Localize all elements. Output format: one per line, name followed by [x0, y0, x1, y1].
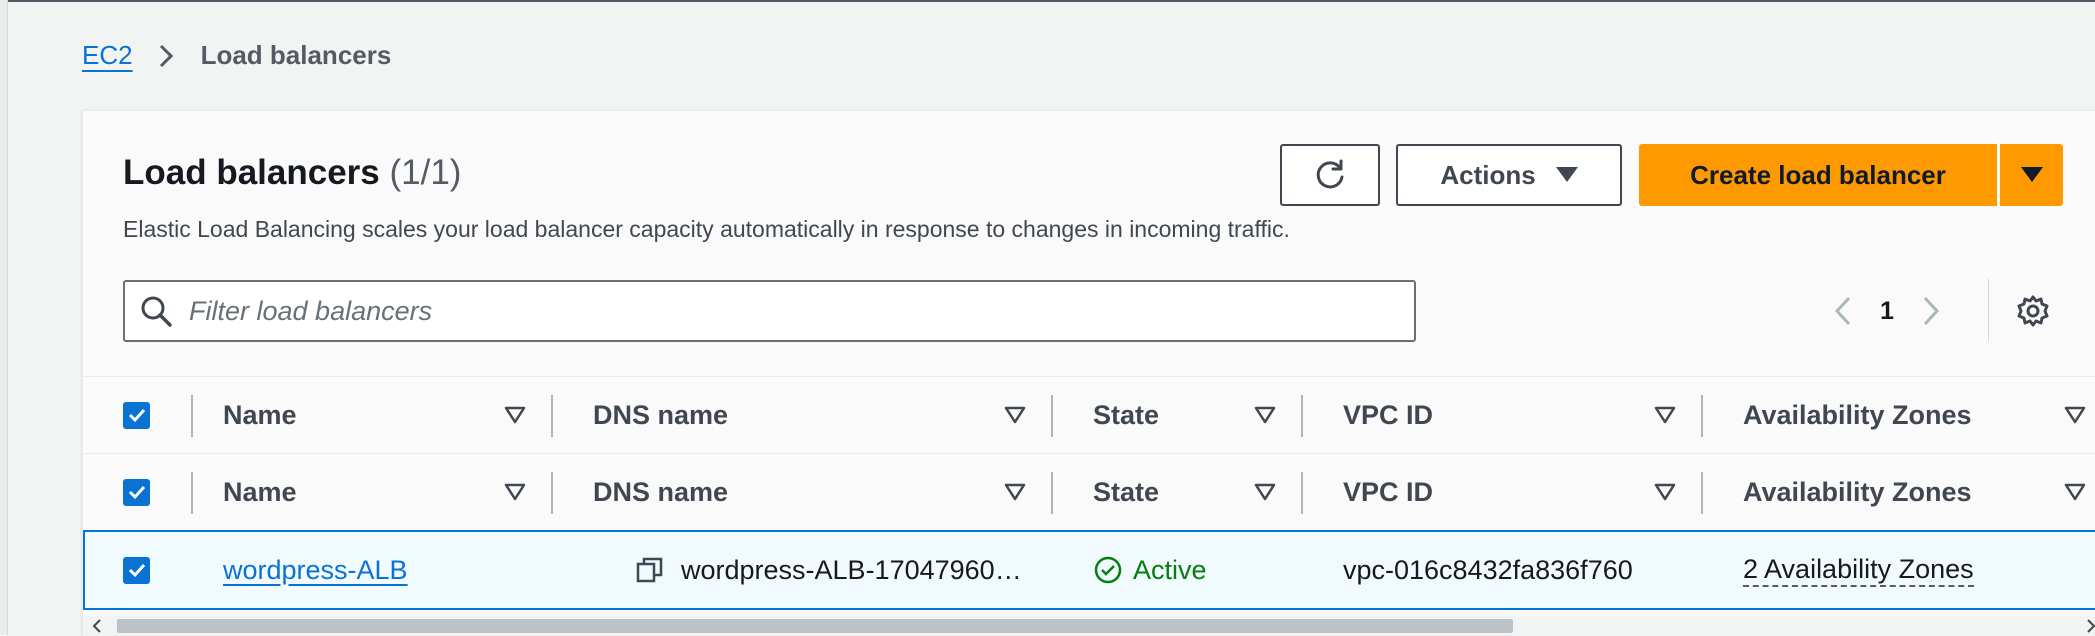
column-header-availability-zones[interactable]: Availability Zones	[1743, 377, 1972, 453]
create-options-dropdown-button[interactable]	[2000, 144, 2063, 206]
row-checkbox[interactable]	[123, 556, 150, 584]
sort-icon[interactable]	[1003, 480, 1027, 504]
scrollbar-thumb[interactable]	[117, 619, 1513, 633]
selection-count: (1/1)	[389, 153, 462, 192]
load-balancers-table: Name DNS name State VPC ID Availability …	[83, 376, 2095, 610]
column-divider[interactable]	[1701, 395, 1703, 437]
next-page-button[interactable]	[1911, 291, 1951, 331]
column-divider[interactable]	[1051, 472, 1053, 514]
chevron-right-icon	[159, 44, 173, 67]
caret-down-icon	[1555, 167, 1578, 182]
table-sticky-header-row: Name DNS name State VPC ID Availability …	[83, 453, 2095, 530]
chevron-right-icon	[1923, 296, 1940, 326]
refresh-icon	[1316, 159, 1344, 189]
select-all-cell	[123, 377, 150, 453]
column-header-dns-name[interactable]: DNS name	[593, 377, 728, 453]
refresh-button[interactable]	[1280, 144, 1380, 206]
dns-name-value: wordpress-ALB-17047960…	[681, 554, 1022, 585]
table-row[interactable]: wordpress-ALB wordpress-ALB-17047960… Ac…	[83, 530, 2095, 610]
load-balancers-panel: Load balancers (1/1) Elastic Load Balanc…	[82, 110, 2095, 636]
name-cell: wordpress-ALB	[223, 532, 408, 608]
load-balancer-name-link[interactable]: wordpress-ALB	[223, 555, 408, 586]
gear-icon	[2017, 295, 2049, 327]
filter-input[interactable]	[187, 294, 1391, 328]
column-divider[interactable]	[191, 472, 193, 514]
column-divider[interactable]	[551, 395, 553, 437]
table-header-row: Name DNS name State VPC ID Availability …	[83, 376, 2095, 453]
dns-name-cell: wordpress-ALB-17047960…	[635, 532, 1022, 608]
select-all-cell	[123, 454, 150, 530]
sort-icon[interactable]	[1653, 403, 1677, 427]
state-cell: Active	[1093, 532, 1207, 608]
column-divider[interactable]	[1301, 472, 1303, 514]
column-header-dns-name[interactable]: DNS name	[593, 454, 728, 530]
availability-zones-popover-trigger[interactable]: 2 Availability Zones	[1743, 553, 1974, 588]
actions-button[interactable]: Actions	[1396, 144, 1622, 206]
column-header-vpc-id[interactable]: VPC ID	[1343, 377, 1433, 453]
pagination: 1	[1823, 291, 1951, 331]
actions-label: Actions	[1440, 159, 1536, 190]
previous-page-button[interactable]	[1823, 291, 1863, 331]
select-all-checkbox[interactable]	[123, 401, 150, 429]
caret-down-icon	[2020, 167, 2043, 182]
column-header-vpc-id[interactable]: VPC ID	[1343, 454, 1433, 530]
title-text: Load balancers	[123, 153, 380, 192]
availability-zones-cell: 2 Availability Zones	[1743, 532, 1974, 608]
breadcrumb: EC2 Load balancers	[82, 40, 391, 71]
search-icon	[141, 296, 172, 327]
column-header-name[interactable]: Name	[223, 377, 297, 453]
breadcrumb-current: Load balancers	[200, 40, 392, 70]
select-all-checkbox[interactable]	[123, 478, 150, 506]
scroll-left-icon[interactable]	[89, 618, 105, 634]
sort-icon[interactable]	[1253, 480, 1277, 504]
column-divider[interactable]	[1701, 472, 1703, 514]
check-icon	[128, 563, 145, 578]
column-header-availability-zones[interactable]: Availability Zones	[1743, 454, 1972, 530]
column-divider[interactable]	[1051, 395, 1053, 437]
copy-icon[interactable]	[635, 555, 665, 585]
pagination-divider	[1988, 279, 1989, 341]
check-icon	[128, 408, 145, 423]
left-gutter	[0, 0, 8, 635]
sort-icon[interactable]	[2063, 480, 2087, 504]
create-load-balancer-button[interactable]: Create load balancer	[1639, 144, 1997, 206]
scroll-right-icon[interactable]	[2083, 618, 2095, 634]
column-divider[interactable]	[191, 395, 193, 437]
page-title: Load balancers (1/1)	[123, 153, 461, 193]
sort-icon[interactable]	[1253, 403, 1277, 427]
table-preferences-button[interactable]	[2013, 291, 2053, 331]
sort-icon[interactable]	[1653, 480, 1677, 504]
sort-icon[interactable]	[1003, 403, 1027, 427]
top-border	[0, 0, 2095, 2]
current-page-number[interactable]: 1	[1863, 297, 1911, 326]
column-header-state[interactable]: State	[1093, 454, 1159, 530]
vpc-id-cell: vpc-016c8432fa836f760	[1343, 554, 1633, 585]
check-icon	[128, 485, 145, 500]
column-divider[interactable]	[1301, 395, 1303, 437]
sort-icon[interactable]	[503, 480, 527, 504]
column-header-name[interactable]: Name	[223, 454, 297, 530]
sort-icon[interactable]	[2063, 403, 2087, 427]
row-select-cell	[123, 532, 150, 608]
check-circle-icon	[1094, 556, 1122, 584]
status-badge: Active	[1093, 555, 1207, 586]
horizontal-scrollbar[interactable]	[83, 616, 2095, 636]
column-divider[interactable]	[551, 472, 553, 514]
filter-field[interactable]	[123, 280, 1416, 342]
breadcrumb-ec2-link[interactable]: EC2	[82, 40, 133, 71]
state-value: Active	[1133, 554, 1207, 585]
column-header-state[interactable]: State	[1093, 377, 1159, 453]
chevron-left-icon	[1834, 296, 1851, 326]
sort-icon[interactable]	[503, 403, 527, 427]
page-description: Elastic Load Balancing scales your load …	[123, 216, 1290, 242]
